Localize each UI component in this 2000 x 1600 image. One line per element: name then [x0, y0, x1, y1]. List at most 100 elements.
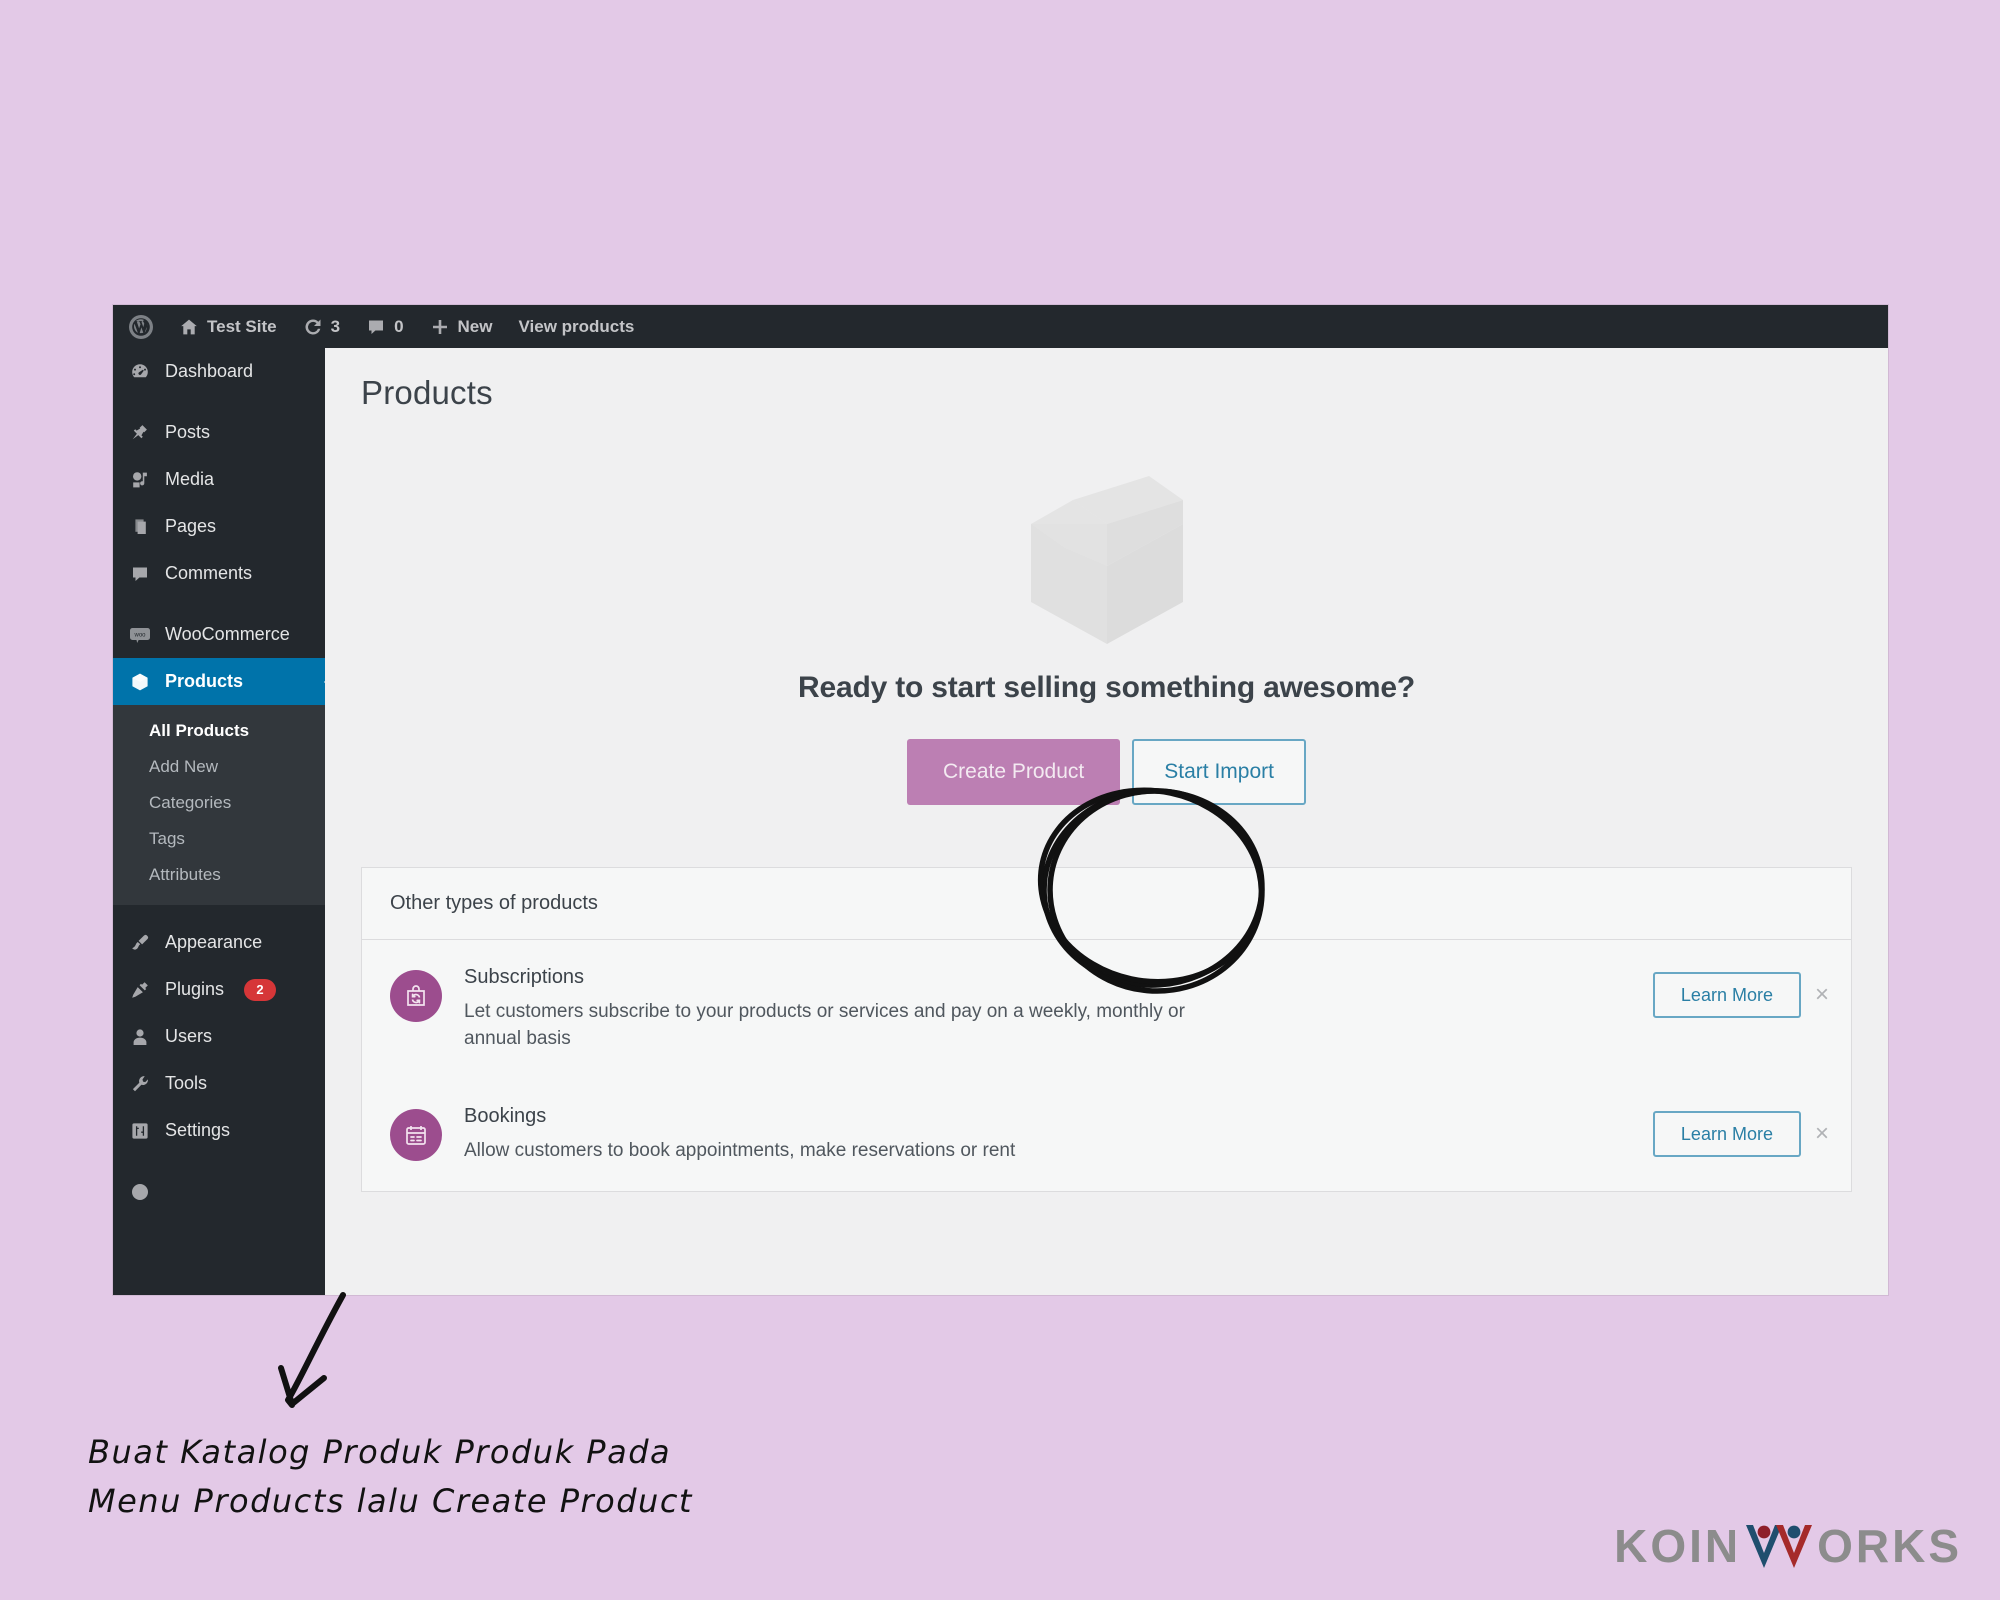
adminbar-item-updates[interactable]: 3 [290, 305, 353, 348]
sidebar-divider-4 [113, 1154, 325, 1168]
product-type-actions: Learn More × [1652, 972, 1829, 1018]
adminbar-item-site-name[interactable]: Test Site [166, 305, 290, 348]
wordpress-logo-icon [129, 314, 153, 339]
sidebar-item-tools[interactable]: Tools [113, 1060, 325, 1107]
sidebar-label: Appearance [165, 932, 263, 952]
sidebar-label: Pages [165, 516, 217, 536]
product-type-description: Let customers subscribe to your products… [464, 1001, 1185, 1049]
package-box-icon [1021, 472, 1193, 653]
plugins-update-badge: 2 [244, 978, 277, 1001]
double-person-w-icon [1746, 1525, 1813, 1568]
submenu-item-add-new[interactable]: Add New [113, 749, 325, 785]
sidebar-label: Comments [165, 563, 253, 583]
adminbar-comments-count: 0 [394, 316, 404, 336]
hero-actions: Create Product Start Import [325, 739, 1888, 805]
sidebar-label: Dashboard [165, 361, 254, 381]
refresh-icon [303, 317, 323, 337]
sidebar-item-collapse[interactable] [113, 1168, 325, 1215]
submenu-item-tags[interactable]: Tags [113, 821, 325, 857]
learn-more-button-subscriptions[interactable]: Learn More [1652, 972, 1801, 1018]
pages-icon [129, 516, 151, 538]
hero-title: Ready to start selling something awesome… [798, 671, 1415, 704]
adminbar-site-label: Test Site [207, 316, 277, 336]
sidebar-divider-3 [113, 905, 325, 919]
empty-state-hero: Ready to start selling something awesome… [325, 472, 1888, 805]
other-types-heading: Other types of products [362, 868, 1851, 940]
svg-text:woo: woo [133, 632, 146, 638]
user-icon [129, 1026, 151, 1048]
sidebar-item-posts[interactable]: Posts [113, 409, 325, 456]
sidebar-label: Plugins [165, 979, 225, 999]
submenu-item-categories[interactable]: Categories [113, 785, 325, 821]
woo-icon: woo [129, 624, 151, 646]
sidebar-label: Products [165, 671, 244, 691]
caption-line-1: Buat Katalog Produk Produk Pada [88, 1433, 672, 1471]
settings-icon [129, 1120, 151, 1142]
adminbar-item-comments[interactable]: 0 [353, 305, 416, 348]
sidebar-item-products[interactable]: Products [113, 658, 333, 705]
page-title: Products [361, 374, 493, 411]
caption-annotation: Buat Katalog Produk Produk Pada Menu Pro… [88, 1428, 848, 1525]
sidebar-label: WooCommerce [165, 624, 290, 644]
other-types-card: Other types of products Subscriptions Le… [361, 867, 1852, 1192]
create-product-button[interactable]: Create Product [907, 739, 1121, 805]
product-type-body: Bookings Allow customers to book appoint… [464, 1105, 1631, 1165]
sidebar-label: Posts [165, 422, 211, 442]
submenu-item-all-products[interactable]: All Products [113, 713, 325, 749]
sidebar-item-settings[interactable]: Settings [113, 1107, 325, 1154]
comment-icon [129, 563, 151, 585]
plug-icon [129, 979, 151, 1001]
start-import-button[interactable]: Start Import [1132, 739, 1306, 805]
home-icon [179, 317, 199, 337]
sidebar-item-media[interactable]: Media [113, 456, 325, 503]
sidebar-item-appearance[interactable]: Appearance [113, 919, 325, 966]
admin-sidebar: Dashboard Posts Media Pages Comments woo… [113, 348, 333, 1295]
sidebar-label: Media [165, 469, 215, 489]
adminbar-item-wordpress[interactable] [113, 305, 166, 348]
learn-more-button-bookings[interactable]: Learn More [1652, 1110, 1801, 1157]
main-content: Products Ready to start selling somethin… [325, 348, 1888, 1295]
adminbar-new-label: New [457, 316, 493, 336]
admin-bar: Test Site 3 0 New View products [113, 305, 1888, 348]
product-type-name: Subscriptions [464, 966, 585, 988]
close-icon[interactable]: × [1815, 983, 1829, 1007]
subscription-bag-icon [390, 970, 442, 1022]
sidebar-divider-1 [113, 395, 325, 409]
wrench-icon [129, 1073, 151, 1095]
adminbar-item-new[interactable]: New [417, 305, 506, 348]
calendar-icon [390, 1108, 442, 1161]
logo-text-after: ORKS [1817, 1520, 1962, 1572]
wordpress-admin-screenshot: Test Site 3 0 New View products Dashboar… [113, 305, 1888, 1295]
sidebar-item-dashboard[interactable]: Dashboard [113, 348, 325, 395]
sidebar-label: Settings [165, 1120, 231, 1140]
sidebar-label: Users [165, 1026, 213, 1046]
pin-icon [129, 422, 151, 444]
product-type-row-subscriptions: Subscriptions Let customers subscribe to… [362, 940, 1851, 1079]
product-type-actions: Learn More × [1652, 1110, 1829, 1157]
koinworks-logo: KOIN ORKS [1614, 1520, 1962, 1572]
sidebar-item-plugins[interactable]: Plugins 2 [113, 966, 325, 1013]
close-icon[interactable]: × [1815, 1121, 1829, 1146]
plus-icon [430, 317, 450, 337]
logo-text-before: KOIN [1614, 1520, 1742, 1572]
pointer-arrow-annotation [278, 1292, 346, 1408]
sidebar-item-pages[interactable]: Pages [113, 503, 325, 550]
caption-line-2: Menu Products lalu Create Product [88, 1481, 693, 1520]
adminbar-updates-count: 3 [330, 316, 341, 336]
sidebar-item-comments[interactable]: Comments [113, 550, 325, 597]
collapse-icon [129, 1181, 151, 1203]
media-icon [129, 469, 151, 491]
brush-icon [129, 932, 151, 954]
sidebar-item-woocommerce[interactable]: woo WooCommerce [113, 611, 325, 658]
product-type-description: Allow customers to book appointments, ma… [464, 1139, 1016, 1161]
sidebar-label: Tools [165, 1073, 208, 1093]
submenu-item-attributes[interactable]: Attributes [113, 857, 325, 893]
sidebar-divider-2 [113, 597, 325, 611]
product-type-row-bookings: Bookings Allow customers to book appoint… [362, 1079, 1851, 1191]
products-submenu: All Products Add New Categories Tags Att… [113, 705, 325, 905]
sidebar-item-users[interactable]: Users [113, 1013, 325, 1060]
comment-icon [366, 317, 386, 337]
adminbar-item-view-products[interactable]: View products [506, 305, 648, 348]
adminbar-view-products-label: View products [518, 316, 635, 336]
box-icon [129, 671, 151, 693]
